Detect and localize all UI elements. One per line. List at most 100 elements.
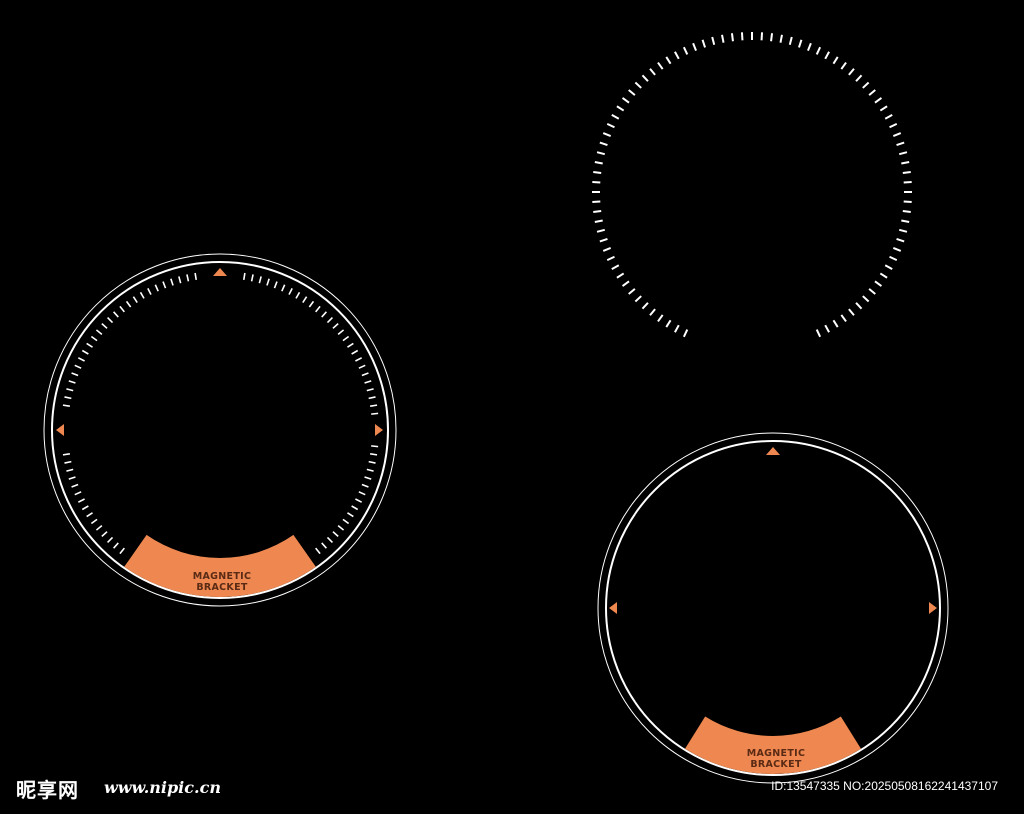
tick-mark <box>154 284 159 292</box>
tick-mark <box>824 324 830 333</box>
tick-mark <box>641 302 649 310</box>
tick-mark <box>879 105 888 112</box>
tick-mark <box>90 518 98 525</box>
tick-mark <box>701 39 706 48</box>
hud-frame-bottom-right: MAGNETIC BRACKET <box>597 432 949 784</box>
tick-mark <box>321 542 327 549</box>
tick-mark <box>132 296 138 303</box>
tick-mark <box>74 364 82 369</box>
tick-mark <box>242 272 246 280</box>
tick-mark <box>902 170 911 174</box>
tick-mark <box>250 274 254 282</box>
tick-mark <box>358 491 366 496</box>
tick-mark <box>64 396 72 400</box>
tick-mark <box>355 357 363 362</box>
hud-frame-top-right <box>592 32 912 338</box>
tick-mark <box>366 468 374 472</box>
tick-mark <box>798 39 803 48</box>
tick-mark <box>760 32 764 41</box>
tick-mark <box>898 228 908 233</box>
tick-mark <box>288 287 293 295</box>
tick-mark <box>855 302 863 310</box>
tick-mark <box>326 536 333 543</box>
label-line-1: MAGNETIC <box>747 748 805 759</box>
tick-mark <box>337 329 345 335</box>
tick-mark <box>649 68 656 76</box>
tick-mark <box>77 357 85 362</box>
watermark-site: www.nipic.cn <box>104 778 221 797</box>
tick-mark <box>832 319 839 328</box>
tick-mark <box>606 122 615 129</box>
tick-mark <box>113 542 119 549</box>
tick-mark <box>665 319 672 328</box>
tick-mark <box>884 114 893 120</box>
up-triangle-icon <box>213 268 227 276</box>
tick-mark <box>162 281 167 289</box>
tick-mark <box>95 525 103 531</box>
tick-mark <box>594 161 603 165</box>
right-triangle-icon <box>929 602 937 614</box>
tick-mark <box>332 323 339 329</box>
tick-mark <box>682 46 689 55</box>
tick-mark <box>862 81 870 89</box>
tick-mark <box>616 105 625 112</box>
tick-mark <box>342 518 350 525</box>
tick-mark <box>364 476 372 480</box>
tick-mark <box>807 42 812 52</box>
tick-mark <box>351 505 359 511</box>
tick-mark <box>848 308 855 316</box>
tick-mark <box>596 228 606 233</box>
tick-mark <box>295 291 301 299</box>
tick-mark <box>674 324 680 333</box>
tick-mark <box>901 219 910 223</box>
tick-mark <box>902 210 911 214</box>
tick-mark <box>602 247 612 252</box>
tick-mark <box>862 295 870 303</box>
tick-mark <box>874 280 883 287</box>
outer-ring <box>43 253 397 607</box>
tick-mark <box>315 547 321 555</box>
tick-mark <box>779 34 783 43</box>
tick-mark <box>892 247 902 252</box>
tick-mark <box>101 323 108 329</box>
tick-mark <box>599 238 608 243</box>
tick-mark <box>621 280 630 287</box>
tick-mark <box>848 68 855 76</box>
tick-mark <box>634 295 642 303</box>
tick-mark <box>364 380 372 384</box>
tick-mark <box>896 238 905 243</box>
tick-mark <box>903 200 912 204</box>
tick-mark <box>616 272 625 279</box>
tick-mark <box>281 284 286 292</box>
tick-mark <box>62 452 70 456</box>
label-line-1: MAGNETIC <box>193 571 251 582</box>
tick-mark <box>874 97 883 104</box>
tick-mark <box>321 311 327 318</box>
tick-mark <box>657 314 664 323</box>
tick-mark <box>347 512 354 518</box>
tick-mark <box>868 89 876 96</box>
tick-mark <box>884 264 893 270</box>
tick-mark <box>368 396 376 400</box>
tick-mark <box>824 51 830 60</box>
tick-mark <box>730 33 734 42</box>
tick-mark <box>815 329 822 338</box>
tick-mark <box>840 314 847 323</box>
tick-mark <box>868 288 876 295</box>
tick-mark <box>77 498 85 503</box>
tick-mark <box>898 151 908 156</box>
tick-mark <box>657 61 664 70</box>
tick-mark <box>347 342 354 348</box>
tick-mark <box>355 498 363 503</box>
tick-mark <box>879 272 888 279</box>
tick-mark <box>832 56 839 65</box>
tick-mark <box>95 329 103 335</box>
tick-mark <box>371 412 379 415</box>
tick-mark <box>326 317 333 324</box>
tick-ring <box>62 272 379 555</box>
tick-mark <box>606 255 615 262</box>
tick-mark <box>81 349 89 355</box>
tick-mark <box>371 445 379 448</box>
tick-mark <box>107 536 114 543</box>
hud-canvas: MAGNETIC BRACKET MAGNETIC BRACKET <box>43 32 949 784</box>
